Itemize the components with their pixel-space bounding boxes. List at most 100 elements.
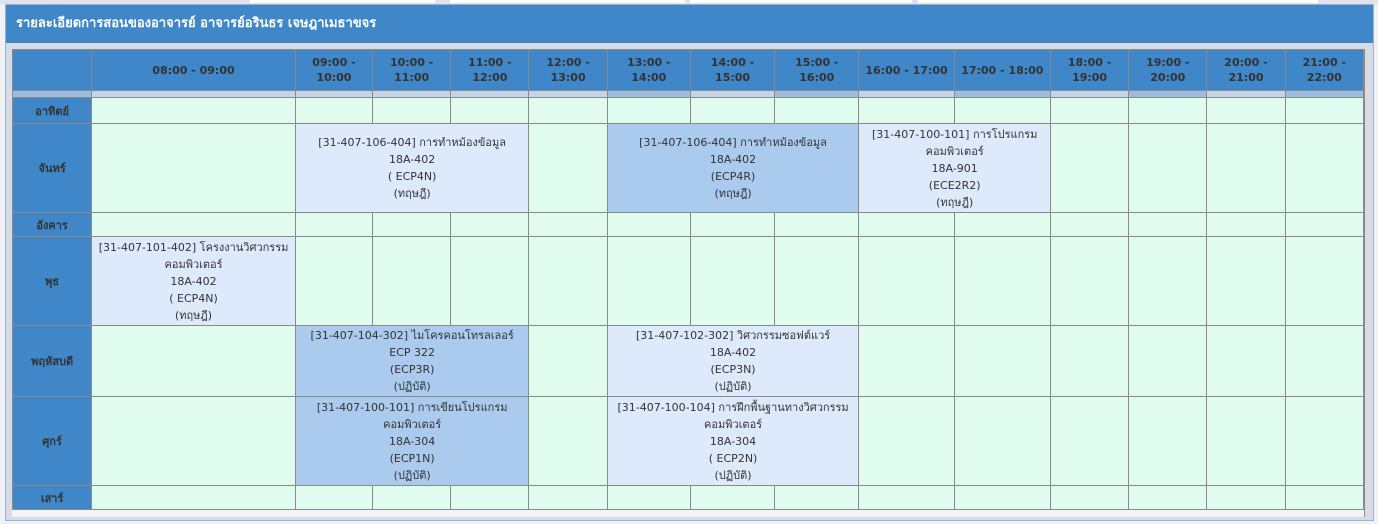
empty-slot bbox=[1284, 236, 1365, 326]
empty-slot bbox=[294, 97, 374, 124]
empty-slot bbox=[1206, 325, 1286, 397]
day-row-sunday: อาทิตย์ bbox=[11, 97, 1365, 124]
empty-slot bbox=[1049, 236, 1130, 326]
day-label: อาทิตย์ bbox=[11, 97, 93, 124]
empty-slot bbox=[953, 325, 1051, 397]
time-header: 13:00 -14:00 bbox=[606, 49, 691, 91]
empty-slot bbox=[91, 97, 296, 124]
empty-slot bbox=[1128, 212, 1208, 237]
header-subrow bbox=[11, 90, 1365, 98]
empty-slot bbox=[858, 485, 955, 510]
empty-slot bbox=[1049, 212, 1130, 237]
empty-slot bbox=[689, 97, 776, 124]
empty-slot bbox=[1128, 123, 1208, 213]
time-header: 09:00 -10:00 bbox=[294, 49, 374, 91]
empty-slot bbox=[372, 236, 452, 326]
empty-slot bbox=[91, 212, 296, 237]
day-row-monday: จันทร์ [31-407-106-404] การทำหม้องข้อมูล… bbox=[11, 123, 1365, 213]
time-header: 18:00 -19:00 bbox=[1049, 49, 1130, 91]
empty-slot bbox=[528, 97, 608, 124]
class-block[interactable]: [31-407-104-302] ไมโครคอนโทรลเลอร์ ECP 32… bbox=[294, 325, 530, 397]
empty-slot bbox=[1284, 97, 1365, 124]
empty-slot bbox=[450, 485, 530, 510]
empty-slot bbox=[774, 485, 860, 510]
time-header: 19:00 -20:00 bbox=[1128, 49, 1208, 91]
empty-slot bbox=[1206, 396, 1286, 486]
schedule-panel: รายละเอียดการสอนของอาจารย์ อาจารย์อรินธร… bbox=[5, 4, 1374, 521]
empty-slot bbox=[528, 485, 608, 510]
empty-slot bbox=[953, 396, 1051, 486]
class-block[interactable]: [31-407-100-101] การเขียนโปรแกรม คอมพิวเต… bbox=[294, 396, 530, 486]
top-strip-segment bbox=[250, 0, 435, 3]
empty-slot bbox=[450, 212, 530, 237]
time-header: 16:00 - 17:00 bbox=[858, 49, 955, 91]
page-title: รายละเอียดการสอนของอาจารย์ อาจารย์อรินธร… bbox=[6, 5, 1373, 43]
empty-slot bbox=[689, 236, 776, 326]
empty-slot bbox=[606, 485, 691, 510]
day-row-friday: ศุกร์ [31-407-100-101] การเขียนโปรแกรม คอ… bbox=[11, 396, 1365, 486]
empty-slot bbox=[1284, 396, 1365, 486]
day-row-wednesday: พุธ [31-407-101-402] โครงงานวิศวกรรม คอมพ… bbox=[11, 236, 1365, 326]
empty-slot bbox=[528, 236, 608, 326]
schedule-grid: 08:00 - 09:00 09:00 -10:00 10:00 -11:00 … bbox=[11, 49, 1369, 517]
day-label: จันทร์ bbox=[11, 123, 93, 213]
day-label: ศุกร์ bbox=[11, 396, 93, 486]
empty-slot bbox=[1049, 396, 1130, 486]
empty-slot bbox=[91, 325, 296, 397]
day-row-saturday: เสาร์ bbox=[11, 485, 1365, 510]
empty-slot bbox=[294, 485, 374, 510]
class-block[interactable]: [31-407-100-101] การโปรแกรม คอมพิวเตอร์ 18… bbox=[858, 123, 1051, 213]
empty-slot bbox=[858, 236, 955, 326]
time-header: 08:00 - 09:00 bbox=[91, 49, 296, 91]
empty-slot bbox=[372, 485, 452, 510]
empty-slot bbox=[1284, 123, 1365, 213]
class-block[interactable]: [31-407-101-402] โครงงานวิศวกรรม คอมพิวเต… bbox=[91, 236, 296, 326]
empty-slot bbox=[528, 212, 608, 237]
empty-slot bbox=[774, 236, 860, 326]
empty-slot bbox=[953, 236, 1051, 326]
empty-slot bbox=[294, 212, 374, 237]
empty-slot bbox=[858, 396, 955, 486]
empty-slot bbox=[1128, 485, 1208, 510]
empty-slot bbox=[1284, 485, 1365, 510]
empty-slot bbox=[774, 97, 860, 124]
empty-slot bbox=[1128, 325, 1208, 397]
empty-slot bbox=[1049, 123, 1130, 213]
empty-slot bbox=[294, 236, 374, 326]
day-row-tuesday: อังคาร bbox=[11, 212, 1365, 237]
empty-slot bbox=[1049, 325, 1130, 397]
empty-slot bbox=[1049, 97, 1130, 124]
empty-slot bbox=[91, 396, 296, 486]
class-block[interactable]: [31-407-106-404] การทำหม้องข้อมูล 18A-402… bbox=[294, 123, 530, 213]
empty-slot bbox=[372, 212, 452, 237]
empty-slot bbox=[1128, 97, 1208, 124]
empty-slot bbox=[1206, 236, 1286, 326]
empty-slot bbox=[858, 97, 955, 124]
empty-slot bbox=[91, 123, 296, 213]
empty-slot bbox=[372, 97, 452, 124]
empty-slot bbox=[689, 212, 776, 237]
empty-slot bbox=[91, 485, 296, 510]
empty-slot bbox=[450, 97, 530, 124]
header-corner bbox=[11, 49, 93, 91]
empty-slot bbox=[606, 212, 691, 237]
time-header: 15:00 -16:00 bbox=[774, 49, 860, 91]
empty-slot bbox=[606, 236, 691, 326]
top-strip-segment bbox=[690, 0, 912, 3]
day-label: พุธ bbox=[11, 236, 93, 326]
class-block[interactable]: [31-407-106-404] การทำหม้องข้อมูล 18A-402… bbox=[606, 123, 860, 213]
empty-slot bbox=[1128, 396, 1208, 486]
schedule-table: 08:00 - 09:00 09:00 -10:00 10:00 -11:00 … bbox=[11, 49, 1365, 510]
empty-slot bbox=[1049, 485, 1130, 510]
empty-slot bbox=[689, 485, 776, 510]
time-header: 10:00 -11:00 bbox=[372, 49, 452, 91]
time-header: 17:00 - 18:00 bbox=[953, 49, 1051, 91]
class-block[interactable]: [31-407-102-302] วิศวกรรมซอฟต์แวร์ 18A-40… bbox=[606, 325, 860, 397]
empty-slot bbox=[1206, 485, 1286, 510]
class-block[interactable]: [31-407-100-104] การฝึกพื้นฐานทางวิศวกรร… bbox=[606, 396, 860, 486]
empty-slot bbox=[528, 325, 608, 397]
empty-slot bbox=[450, 236, 530, 326]
time-header: 12:00 -13:00 bbox=[528, 49, 608, 91]
day-label: อังคาร bbox=[11, 212, 93, 237]
empty-slot bbox=[953, 212, 1051, 237]
